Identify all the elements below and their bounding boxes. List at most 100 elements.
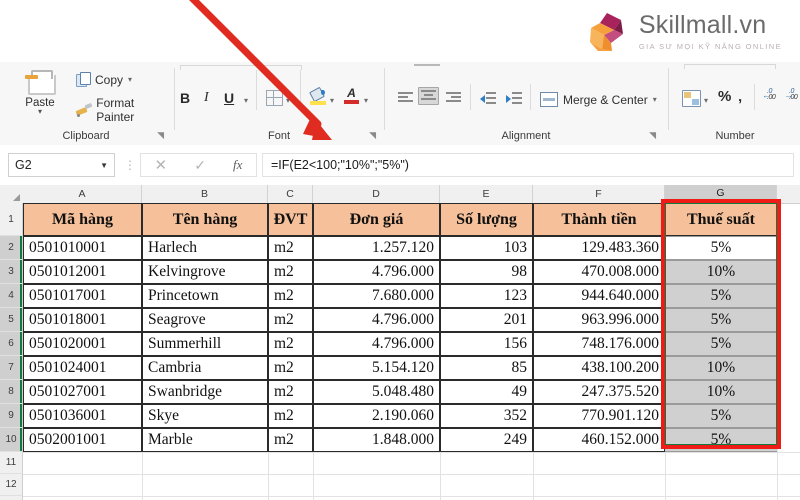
cell-f2[interactable]: 129.483.360 [533,236,665,260]
cell-a6[interactable]: 0501020001 [23,332,142,356]
cell-c10[interactable]: m2 [268,428,313,452]
font-dialog-launcher-icon[interactable]: ◥ [369,130,376,141]
increase-indent-icon[interactable] [506,92,522,104]
cell-d5[interactable]: 4.796.000 [313,308,440,332]
row-header-4[interactable]: 4 [0,284,23,308]
cell-e7[interactable]: 85 [440,356,533,380]
cancel-formula-icon[interactable]: ✕ [155,156,168,174]
cell-g2[interactable]: 5% [665,236,777,260]
cell-a3[interactable]: 0501012001 [23,260,142,284]
row-header-2[interactable]: 2 [0,236,23,260]
cell-e9[interactable]: 352 [440,404,533,428]
bold-button[interactable]: B [180,90,190,106]
cell-a8[interactable]: 0501027001 [23,380,142,404]
cell-d6[interactable]: 4.796.000 [313,332,440,356]
row-header-11[interactable]: 11 [0,452,23,474]
fill-color-dropdown-caret-icon[interactable]: ▾ [330,96,334,105]
cell-b2[interactable]: Harlech [142,236,268,260]
borders-icon[interactable] [266,90,283,106]
column-header-f[interactable]: F [533,185,665,203]
column-header-e[interactable]: E [440,185,533,203]
cell-a4[interactable]: 0501017001 [23,284,142,308]
accounting-format-icon[interactable] [682,90,701,107]
align-right-icon[interactable] [446,92,461,104]
cell-d10[interactable]: 1.848.000 [313,428,440,452]
insert-function-icon[interactable]: fx [233,157,242,173]
row-header-10[interactable]: 10 [0,428,23,452]
italic-button[interactable]: I [204,90,209,106]
fill-color-icon[interactable] [309,86,326,105]
row-header-3[interactable]: 3 [0,260,23,284]
cell-f8[interactable]: 247.375.520 [533,380,665,404]
copy-dropdown-caret-icon[interactable]: ▾ [128,75,132,84]
cell-g10[interactable]: 5% [665,428,777,452]
cell-f3[interactable]: 470.008.000 [533,260,665,284]
formula-input[interactable]: =IF(E2<100;"10%";"5%") [262,153,794,177]
cell-g4[interactable]: 5% [665,284,777,308]
row-header-12[interactable]: 12 [0,474,23,496]
cell-c2[interactable]: m2 [268,236,313,260]
row-header-13[interactable]: 13 [0,496,23,500]
row-header-8[interactable]: 8 [0,380,23,404]
header-cell-e1[interactable]: Số lượng [440,203,533,236]
row-header-7[interactable]: 7 [0,356,23,380]
merge-center-button[interactable]: Merge & Center ▾ [540,92,657,107]
row-header-1[interactable]: 1 [0,203,23,236]
cell-d2[interactable]: 1.257.120 [313,236,440,260]
cell-a7[interactable]: 0501024001 [23,356,142,380]
name-box-caret-icon[interactable]: ▼ [100,161,108,170]
cell-b8[interactable]: Swanbridge [142,380,268,404]
clipboard-dialog-launcher-icon[interactable]: ◥ [157,130,164,141]
row-header-9[interactable]: 9 [0,404,23,428]
column-header-g[interactable]: G [665,185,777,203]
cell-e6[interactable]: 156 [440,332,533,356]
row-header-6[interactable]: 6 [0,332,23,356]
decrease-decimal-icon[interactable]: → .0.00 [784,88,800,103]
select-all-corner[interactable] [0,185,24,203]
cell-d9[interactable]: 2.190.060 [313,404,440,428]
cell-c7[interactable]: m2 [268,356,313,380]
cell-c6[interactable]: m2 [268,332,313,356]
align-center-button[interactable] [418,87,439,105]
cell-g6[interactable]: 5% [665,332,777,356]
cell-c9[interactable]: m2 [268,404,313,428]
row-header-5[interactable]: 5 [0,308,23,332]
name-box[interactable]: G2 ▼ [8,153,115,177]
increase-decimal-icon[interactable]: ← .0.00 [762,88,780,103]
header-cell-d1[interactable]: Đơn giá [313,203,440,236]
cell-g3[interactable]: 10% [665,260,777,284]
cell-c5[interactable]: m2 [268,308,313,332]
decrease-indent-icon[interactable] [480,92,496,104]
column-header-a[interactable]: A [23,185,142,203]
cell-e5[interactable]: 201 [440,308,533,332]
accounting-dropdown-caret-icon[interactable]: ▾ [704,96,708,105]
cell-d7[interactable]: 5.154.120 [313,356,440,380]
cell-a9[interactable]: 0501036001 [23,404,142,428]
cell-d8[interactable]: 5.048.480 [313,380,440,404]
header-cell-b1[interactable]: Tên hàng [142,203,268,236]
cell-b7[interactable]: Cambria [142,356,268,380]
cell-g5[interactable]: 5% [665,308,777,332]
confirm-formula-icon[interactable]: ✓ [194,157,206,174]
cell-e2[interactable]: 103 [440,236,533,260]
align-left-icon[interactable] [398,92,413,104]
cell-f10[interactable]: 460.152.000 [533,428,665,452]
cell-a10[interactable]: 0502001001 [23,428,142,452]
cell-c8[interactable]: m2 [268,380,313,404]
paste-dropdown-caret-icon[interactable]: ▾ [14,108,66,116]
cell-b4[interactable]: Princetown [142,284,268,308]
cell-e8[interactable]: 49 [440,380,533,404]
cell-e4[interactable]: 123 [440,284,533,308]
column-header-b[interactable]: B [142,185,268,203]
paste-button[interactable]: Paste ▾ [14,70,66,116]
cell-g8[interactable]: 10% [665,380,777,404]
copy-button[interactable]: Copy ▾ [76,72,132,87]
header-cell-g1[interactable]: Thuế suất [665,203,777,236]
cell-b9[interactable]: Skye [142,404,268,428]
cell-f9[interactable]: 770.901.120 [533,404,665,428]
cell-a2[interactable]: 0501010001 [23,236,142,260]
format-painter-button[interactable]: Format Painter [75,96,172,124]
header-cell-a1[interactable]: Mã hàng [23,203,142,236]
underline-dropdown-caret-icon[interactable]: ▾ [244,96,248,105]
percent-style-button[interactable]: % [718,88,731,105]
